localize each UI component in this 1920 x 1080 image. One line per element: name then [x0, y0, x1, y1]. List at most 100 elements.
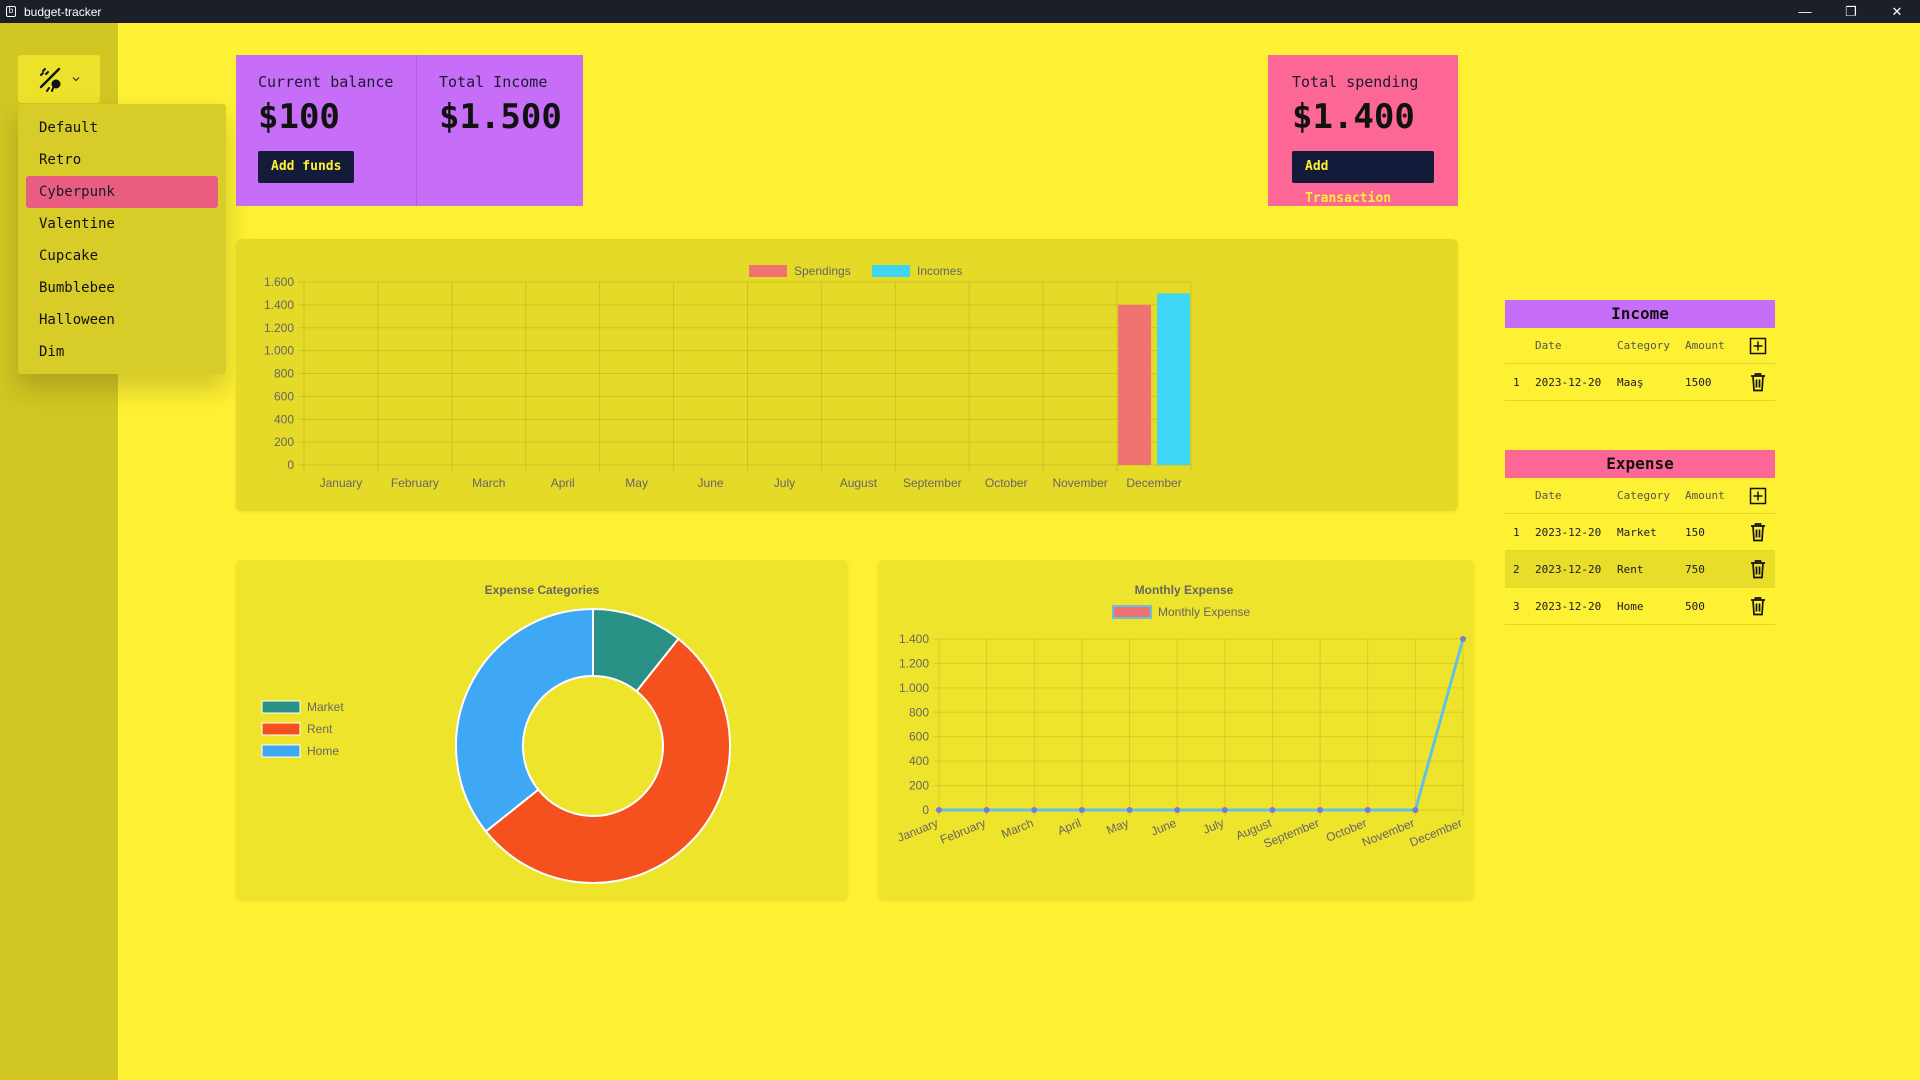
- add-expense-icon[interactable]: [1741, 487, 1775, 505]
- y-tick-label: 1.200: [899, 656, 929, 670]
- legend-swatch: [261, 744, 301, 758]
- donut-slice-home: [455, 607, 594, 833]
- expense-table-header: Date Category Amount: [1505, 478, 1775, 514]
- x-tick-label: February: [938, 816, 988, 847]
- add-transaction-button[interactable]: Add Transaction: [1292, 151, 1434, 206]
- legend-swatch: [749, 265, 787, 277]
- theme-dropdown-toggle[interactable]: [18, 55, 100, 103]
- income-table-title: Income: [1505, 300, 1775, 328]
- y-tick-label: 400: [274, 412, 294, 426]
- x-tick-label: January: [320, 476, 363, 490]
- trash-icon[interactable]: [1741, 596, 1775, 616]
- x-tick-label: November: [1360, 816, 1417, 850]
- x-tick-label: March: [472, 476, 505, 490]
- row-index: 1: [1513, 375, 1520, 389]
- x-tick-label: April: [551, 476, 575, 490]
- x-tick-label: August: [840, 476, 878, 490]
- y-tick-label: 0: [922, 803, 929, 817]
- income-stat: Total Income $1.500: [416, 55, 583, 206]
- theme-item-cyberpunk[interactable]: Cyberpunk: [26, 176, 218, 208]
- y-tick-label: 1.000: [899, 681, 929, 695]
- bar-chart-card: 0 200 400 600 800 1.000 1.200 1.400 1.600 January…: [236, 239, 1458, 511]
- spending-stat: Total spending $1.400 Add Transaction: [1268, 55, 1458, 206]
- row-amount: 1500: [1685, 375, 1712, 389]
- x-tick-label: March: [999, 816, 1035, 841]
- table-row: 3 2023-12-20 Home 500: [1505, 588, 1775, 625]
- legend-label: Monthly Expense: [1158, 605, 1250, 619]
- theme-menu: Default Retro Cyberpunk Valentine Cupcak…: [18, 104, 226, 374]
- y-tick-label: 0: [287, 458, 294, 472]
- y-tick-label: 400: [909, 754, 929, 768]
- add-income-icon[interactable]: [1741, 337, 1775, 355]
- palette-icon: [37, 65, 65, 93]
- window-title: budget-tracker: [24, 4, 102, 19]
- y-tick-label: 600: [274, 389, 294, 403]
- line-point: [1460, 636, 1466, 642]
- theme-item-dim[interactable]: Dim: [26, 336, 218, 368]
- x-tick-label: May: [625, 476, 648, 490]
- theme-item-cupcake[interactable]: Cupcake: [26, 240, 218, 272]
- x-tick-label: November: [1052, 476, 1107, 490]
- bar-spendings: [1118, 304, 1152, 465]
- line-point: [1174, 807, 1181, 813]
- line-point: [1221, 807, 1228, 813]
- y-tick-label: 800: [909, 705, 929, 719]
- chart-title: Expense Categories: [485, 583, 600, 597]
- table-row: 1 2023-12-20 Market 150: [1505, 514, 1775, 551]
- x-tick-label: June: [1149, 816, 1179, 839]
- row-date: 2023-12-20: [1535, 525, 1602, 539]
- line-point: [983, 807, 990, 813]
- header-category: Category: [1617, 339, 1670, 352]
- legend-label: Rent: [307, 722, 333, 736]
- legend-swatch: [261, 722, 301, 736]
- row-date: 2023-12-20: [1535, 599, 1602, 613]
- spending-value: $1.400: [1292, 97, 1415, 137]
- row-category: Market: [1617, 525, 1657, 539]
- line-point: [1031, 807, 1038, 813]
- x-tick-label: July: [774, 476, 795, 490]
- y-tick-label: 1.600: [264, 275, 294, 289]
- minimize-button[interactable]: —: [1782, 0, 1828, 23]
- chart-title: Monthly Expense: [1135, 583, 1234, 597]
- income-value: $1.500: [439, 97, 562, 137]
- row-amount: 750: [1685, 562, 1705, 576]
- line-point: [936, 807, 942, 813]
- theme-item-bumblebee[interactable]: Bumblebee: [26, 272, 218, 304]
- add-funds-button[interactable]: Add funds: [258, 151, 355, 183]
- row-amount: 150: [1685, 525, 1705, 539]
- x-tick-label: September: [903, 476, 962, 490]
- header-amount: Amount: [1685, 489, 1725, 502]
- trash-icon[interactable]: [1741, 372, 1775, 392]
- donut-chart-card: Expense Categories Market Rent Home: [236, 560, 848, 900]
- donut-chart: Expense Categories Market Rent Home: [261, 583, 731, 884]
- trash-icon[interactable]: [1741, 559, 1775, 579]
- theme-item-retro[interactable]: Retro: [26, 144, 218, 176]
- y-tick-label: 200: [274, 435, 294, 449]
- line-point: [1317, 807, 1324, 813]
- theme-item-halloween[interactable]: Halloween: [26, 304, 218, 336]
- legend-label: Market: [307, 700, 344, 714]
- spending-title: Total spending: [1292, 73, 1419, 91]
- line-chart: Monthly Expense 0 200 400 600 800 1.000 1.200 1.…: [895, 583, 1466, 851]
- y-tick-label: 1.400: [264, 298, 294, 312]
- close-button[interactable]: ✕: [1874, 0, 1920, 23]
- x-tick-label: February: [391, 476, 439, 490]
- x-tick-label: January: [895, 816, 940, 845]
- line-point: [1412, 807, 1419, 813]
- income-title: Total Income: [439, 73, 548, 91]
- table-row: 1 2023-12-20 Maaş 1500: [1505, 364, 1775, 401]
- trash-icon[interactable]: [1741, 522, 1775, 542]
- header-category: Category: [1617, 489, 1670, 502]
- x-tick-label: June: [698, 476, 724, 490]
- x-tick-label: October: [985, 476, 1028, 490]
- y-tick-label: 800: [274, 367, 294, 381]
- balance-stat: Current balance $100 Add funds: [236, 55, 416, 206]
- header-date: Date: [1535, 339, 1562, 352]
- theme-item-valentine[interactable]: Valentine: [26, 208, 218, 240]
- theme-item-default[interactable]: Default: [26, 112, 218, 144]
- line-point: [1078, 807, 1085, 813]
- y-tick-label: 200: [909, 779, 929, 793]
- table-row: 2 2023-12-20 Rent 750: [1505, 551, 1775, 588]
- restore-button[interactable]: ❐: [1828, 0, 1874, 23]
- x-tick-label: July: [1201, 816, 1226, 837]
